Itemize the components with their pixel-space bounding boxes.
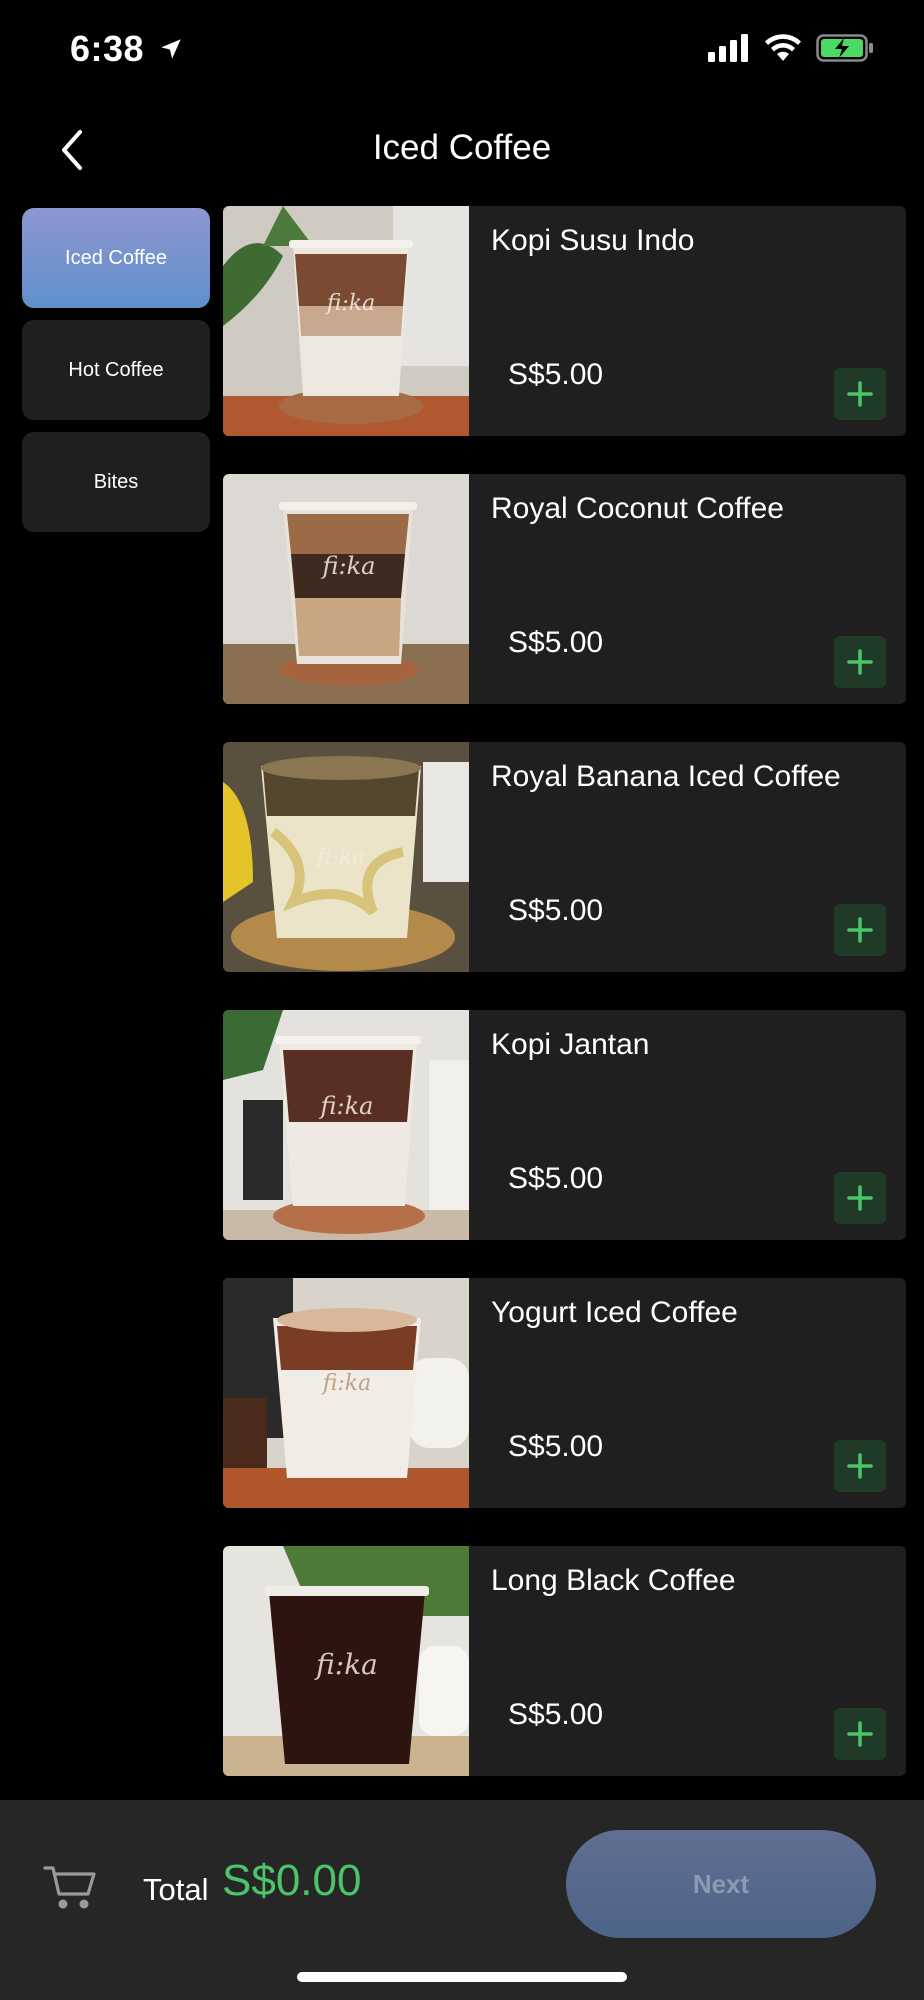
product-image: fi:ka [223,474,469,704]
wifi-icon [765,34,801,61]
add-to-cart-button[interactable] [834,636,886,688]
product-name: Royal Coconut Coffee [491,492,784,525]
cart-summary-bar: Total S$0.00 Next [0,1800,924,2000]
add-to-cart-button[interactable] [834,1708,886,1760]
category-bites[interactable]: Bites [22,432,210,532]
product-image: fi:ka [223,1278,469,1508]
image-brand-label: fi:ka [325,291,376,316]
product-name: Long Black Coffee [491,1564,736,1597]
battery-charging-icon [816,34,873,62]
plus-icon [847,649,873,675]
product-list: fi:ka Kopi Susu Indo S$5.00 fi:ka Royal … [223,206,906,1814]
add-to-cart-button[interactable] [834,1440,886,1492]
category-hot-coffee[interactable]: Hot Coffee [22,320,210,420]
product-name: Kopi Susu Indo [491,224,695,257]
product-card[interactable]: fi:ka Kopi Jantan S$5.00 [223,1010,906,1240]
image-brand-label: fi:ka [319,1092,374,1120]
cart-icon[interactable] [42,1858,98,1914]
next-button[interactable]: Next [566,1830,876,1938]
product-card[interactable]: fi:ka Royal Banana Iced Coffee S$5.00 [223,742,906,972]
total-label: Total [143,1872,209,1907]
product-card[interactable]: fi:ka Long Black Coffee S$5.00 [223,1546,906,1776]
product-price: S$5.00 [508,1162,604,1195]
category-iced-coffee[interactable]: Iced Coffee [22,208,210,308]
category-label: Bites [93,470,139,493]
signal-icon [708,34,748,62]
product-card[interactable]: fi:ka Kopi Susu Indo S$5.00 [223,206,906,436]
product-image: fi:ka [223,206,469,436]
product-image: fi:ka [223,742,469,972]
plus-icon [847,917,873,943]
status-icons [708,34,874,62]
image-brand-label: fi:ka [321,1371,372,1396]
product-price: S$5.00 [508,358,604,391]
screen: 6:38 Iced Coffee Iced Coffee Hot Coffee … [0,0,924,2000]
image-brand-label: fi:ka [315,845,366,870]
product-name: Kopi Jantan [491,1028,650,1061]
product-name: Royal Banana Iced Coffee [491,760,841,793]
page-title: Iced Coffee [372,128,552,167]
image-brand-label: fi:ka [314,1648,378,1681]
plus-icon [847,381,873,407]
product-card[interactable]: fi:ka Royal Coconut Coffee S$5.00 [223,474,906,704]
product-price: S$5.00 [508,894,604,927]
status-time: 6:38 [70,28,145,69]
product-price: S$5.00 [508,1698,604,1731]
add-to-cart-button[interactable] [834,904,886,956]
product-name: Yogurt Iced Coffee [491,1296,738,1329]
product-price: S$5.00 [508,1430,604,1463]
category-label: Iced Coffee [65,246,167,269]
category-sidebar: Iced Coffee Hot Coffee Bites [22,208,210,544]
plus-icon [847,1453,873,1479]
plus-icon [847,1185,873,1211]
image-brand-label: fi:ka [321,552,376,580]
total-value: S$0.00 [222,1856,362,1905]
product-price: S$5.00 [508,626,604,659]
product-image: fi:ka [223,1546,469,1776]
plus-icon [847,1721,873,1747]
home-indicator [297,1972,627,1982]
header: Iced Coffee [0,110,924,190]
product-image: fi:ka [223,1010,469,1240]
category-label: Hot Coffee [68,358,164,381]
location-arrow-icon [161,39,181,59]
status-bar: 6:38 [0,0,924,100]
next-button-label: Next [692,1868,750,1899]
add-to-cart-button[interactable] [834,1172,886,1224]
add-to-cart-button[interactable] [834,368,886,420]
product-card[interactable]: fi:ka Yogurt Iced Coffee S$5.00 [223,1278,906,1508]
